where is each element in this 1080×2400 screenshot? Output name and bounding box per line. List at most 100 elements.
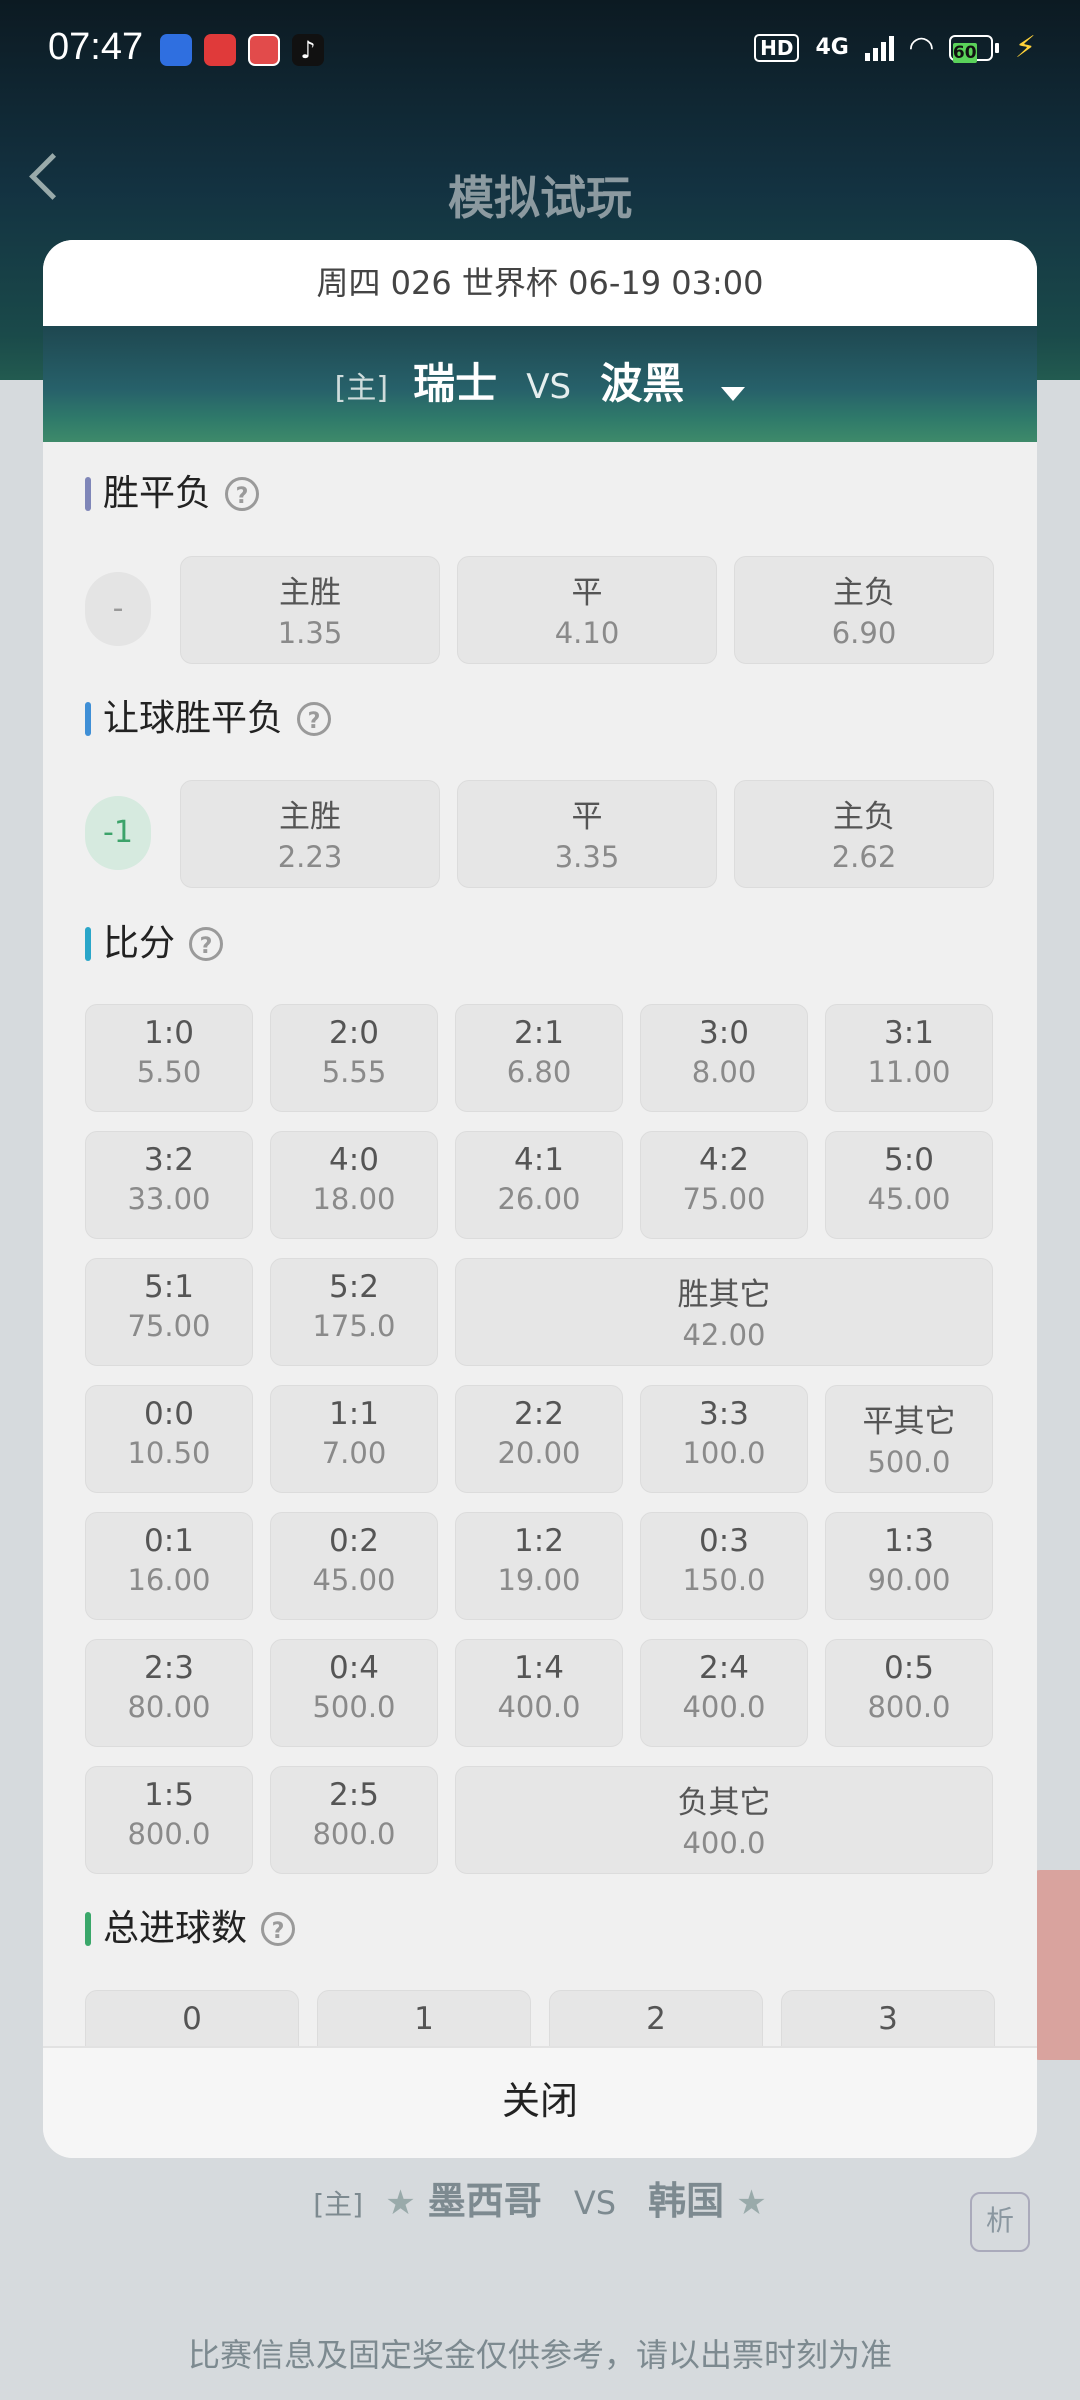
score-odds-cell[interactable]: 3:2 33.00	[85, 1131, 253, 1239]
network-type: 4G	[815, 35, 849, 60]
score-odds-cell[interactable]: 4:2 75.00	[640, 1131, 808, 1239]
score-odds: 800.0	[127, 1817, 211, 1851]
help-icon[interactable]: ?	[261, 1912, 296, 1946]
help-icon[interactable]: ?	[189, 927, 224, 961]
score-odds-cell[interactable]: 1:4 400.0	[455, 1639, 623, 1747]
score-odds-cell[interactable]: 3:3 100.0	[640, 1385, 808, 1493]
score-label: 1:1	[329, 1396, 379, 1432]
score-label: 0:5	[884, 1650, 934, 1686]
score-odds: 20.00	[497, 1436, 581, 1470]
score-odds: 400.0	[497, 1690, 581, 1724]
odds-cell[interactable]: 主胜 1.35	[180, 556, 440, 664]
score-odds-cell[interactable]: 0:1 16.00	[85, 1512, 253, 1620]
score-odds-cell[interactable]: 2:0 5.55	[270, 1004, 438, 1112]
score-odds-cell[interactable]: 1:2 19.00	[455, 1512, 623, 1620]
home-tag: [主]	[334, 371, 389, 406]
section-title-text: 比分	[103, 923, 176, 964]
score-odds: 5.55	[321, 1055, 387, 1089]
score-label: 5:0	[884, 1142, 934, 1178]
background-home-team: 墨西哥	[427, 2179, 542, 2223]
score-odds-cell[interactable]: 2:5 800.0	[270, 1766, 438, 1874]
odds-cell[interactable]: 平 3.35	[457, 780, 717, 888]
score-odds-cell[interactable]: 0:5 800.0	[825, 1639, 993, 1747]
score-odds-cell[interactable]: 5:0 45.00	[825, 1131, 993, 1239]
goals-cell[interactable]: 2	[549, 1990, 763, 2048]
goals-cell[interactable]: 0	[85, 1990, 299, 2048]
hwdl-handicap: -1	[85, 796, 151, 870]
score-odds: 11.00	[867, 1055, 951, 1089]
score-odds-cell[interactable]: 0:2 45.00	[270, 1512, 438, 1620]
score-odds-cell[interactable]: 1:0 5.50	[85, 1004, 253, 1112]
score-odds-cell[interactable]: 2:3 80.00	[85, 1639, 253, 1747]
score-label: 3:2	[144, 1142, 194, 1178]
score-label: 2:5	[329, 1777, 379, 1813]
score-odds-cell[interactable]: 1:3 90.00	[825, 1512, 993, 1620]
odds-cell[interactable]: 主负 6.90	[734, 556, 994, 664]
score-odds: 500.0	[312, 1690, 396, 1724]
odds-label: 主胜	[279, 799, 341, 835]
dropdown-caret-icon[interactable]	[721, 386, 746, 401]
score-odds-cell[interactable]: 2:1 6.80	[455, 1004, 623, 1112]
section-title-text: 总进球数	[103, 1908, 248, 1949]
score-odds-cell[interactable]: 3:1 11.00	[825, 1004, 993, 1112]
star-icon: ★	[736, 2183, 767, 2223]
score-odds-cell[interactable]: 1:5 800.0	[85, 1766, 253, 1874]
score-odds-cell[interactable]: 4:1 26.00	[455, 1131, 623, 1239]
score-label: 胜其它	[677, 1277, 771, 1313]
bet-options-modal: 周四 026 世界杯 06-19 03:00 [主] 瑞士 VS 波黑 胜平负 …	[43, 240, 1037, 2158]
score-odds-cell[interactable]: 胜其它 42.00	[455, 1258, 993, 1366]
match-selector[interactable]: [主] 瑞士 VS 波黑	[43, 326, 1037, 442]
score-label: 4:2	[699, 1142, 749, 1178]
total-goals-row: 0 1 2 3	[85, 1990, 995, 2048]
status-bar: 07:47 ♪ HD 4G ◠ 60 ⚡	[0, 0, 1080, 104]
signal-icon	[864, 35, 894, 61]
score-label: 2:4	[699, 1650, 749, 1686]
odds-value: 6.90	[831, 616, 897, 650]
score-odds-cell[interactable]: 0:0 10.50	[85, 1385, 253, 1493]
score-odds-cell[interactable]: 3:0 8.00	[640, 1004, 808, 1112]
odds-label: 主负	[833, 799, 895, 835]
score-odds: 7.00	[321, 1436, 387, 1470]
score-odds: 26.00	[497, 1182, 581, 1216]
score-odds: 800.0	[312, 1817, 396, 1851]
score-odds-cell[interactable]: 0:4 500.0	[270, 1639, 438, 1747]
help-icon[interactable]: ?	[297, 702, 332, 736]
home-team: 瑞士	[413, 359, 498, 408]
wdl-handicap: -	[85, 572, 151, 646]
section-marker	[85, 477, 91, 511]
section-title-handicap-wdl: 让球胜平负 ?	[85, 697, 332, 741]
score-odds-cell[interactable]: 5:1 75.00	[85, 1258, 253, 1366]
score-odds-cell[interactable]: 1:1 7.00	[270, 1385, 438, 1493]
score-odds: 45.00	[867, 1182, 951, 1216]
background-page-title: 模拟试玩	[448, 171, 632, 225]
close-button[interactable]: 关闭	[43, 2046, 1037, 2158]
score-odds-cell[interactable]: 4:0 18.00	[270, 1131, 438, 1239]
score-odds-cell[interactable]: 5:2 175.0	[270, 1258, 438, 1366]
battery-level: 60	[952, 42, 977, 63]
score-odds-cell[interactable]: 2:2 20.00	[455, 1385, 623, 1493]
odds-cell[interactable]: 主负 2.62	[734, 780, 994, 888]
score-odds: 100.0	[682, 1436, 766, 1470]
score-odds: 19.00	[497, 1563, 581, 1597]
odds-cell[interactable]: 平 4.10	[457, 556, 717, 664]
goals-cell[interactable]: 1	[317, 1990, 531, 2048]
score-odds-cell[interactable]: 0:3 150.0	[640, 1512, 808, 1620]
score-odds: 150.0	[682, 1563, 766, 1597]
section-title-text: 胜平负	[103, 473, 212, 514]
goals-cell[interactable]: 3	[781, 1990, 995, 2048]
score-label: 1:4	[514, 1650, 564, 1686]
background-home-tag: [主]	[313, 2188, 364, 2221]
odds-label: 平	[571, 575, 603, 611]
odds-value: 4.10	[554, 616, 620, 650]
help-icon[interactable]: ?	[225, 477, 260, 511]
score-odds-cell[interactable]: 2:4 400.0	[640, 1639, 808, 1747]
score-odds-cell[interactable]: 负其它 400.0	[455, 1766, 993, 1874]
modal-scroll-area[interactable]: 胜平负 ? - 主胜 1.35 平 4.10 主负 6.90 让球胜平负 ? -…	[43, 442, 1037, 2048]
score-odds: 5.50	[136, 1055, 202, 1089]
score-odds-cell[interactable]: 平其它 500.0	[825, 1385, 993, 1493]
odds-cell[interactable]: 主胜 2.23	[180, 780, 440, 888]
score-odds: 10.50	[127, 1436, 211, 1470]
score-label: 5:2	[329, 1269, 379, 1305]
score-odds: 75.00	[682, 1182, 766, 1216]
score-label: 0:0	[144, 1396, 194, 1432]
